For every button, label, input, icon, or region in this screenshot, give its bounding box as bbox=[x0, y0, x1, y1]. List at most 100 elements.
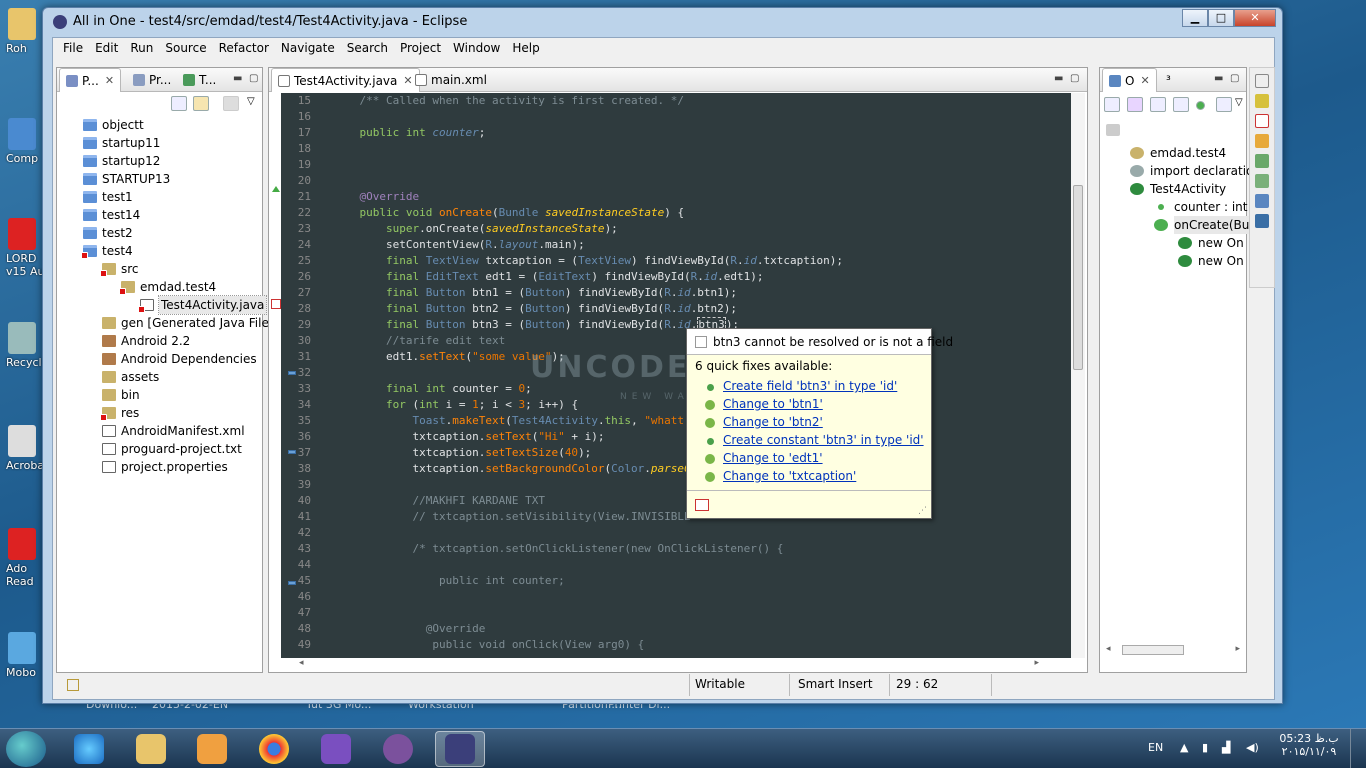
console-icon[interactable] bbox=[1255, 94, 1269, 108]
tree-item[interactable]: objectt bbox=[57, 116, 262, 134]
tree-item[interactable]: src bbox=[57, 260, 262, 278]
tab-main-xml[interactable]: main.xml bbox=[409, 68, 493, 92]
tab-outline[interactable]: O ✕ bbox=[1102, 68, 1157, 92]
desktop-icon[interactable]: Ado Read bbox=[0, 528, 42, 588]
battery-icon[interactable]: ▮ bbox=[1202, 741, 1208, 754]
configure-problem-icon[interactable] bbox=[695, 499, 709, 511]
tab-package-explorer[interactable]: P... ✕ bbox=[59, 68, 122, 92]
tree-item[interactable]: test4 bbox=[57, 242, 262, 260]
menu-window[interactable]: Window bbox=[447, 38, 506, 60]
minimize-button[interactable]: ▁ bbox=[1182, 9, 1208, 27]
taskbar-media-player[interactable] bbox=[187, 731, 237, 767]
show-hidden-icons-icon[interactable]: ▲ bbox=[1180, 741, 1188, 754]
outline-item[interactable]: onCreate(Bu bbox=[1100, 216, 1250, 234]
tree-item[interactable]: test1 bbox=[57, 188, 262, 206]
quick-fix-link[interactable]: Change to 'txtcaption' bbox=[723, 469, 856, 483]
overview-marker[interactable] bbox=[288, 371, 296, 375]
minimize-view-icon[interactable]: ▬ bbox=[233, 73, 242, 84]
close-button[interactable]: ✕ bbox=[1234, 9, 1276, 27]
progress-icon[interactable] bbox=[1255, 154, 1269, 168]
editor-vertical-scrollbar[interactable] bbox=[1071, 93, 1085, 658]
menu-navigate[interactable]: Navigate bbox=[275, 38, 341, 60]
outline-horizontal-scrollbar[interactable]: ◂ ▸ bbox=[1106, 644, 1240, 656]
fast-view-icon[interactable] bbox=[67, 679, 79, 691]
maximize-view-icon[interactable]: ▢ bbox=[249, 73, 258, 84]
menu-refactor[interactable]: Refactor bbox=[213, 38, 275, 60]
tree-item[interactable]: startup11 bbox=[57, 134, 262, 152]
scroll-right-icon[interactable]: ▸ bbox=[1034, 658, 1039, 668]
tree-item[interactable]: gen [Generated Java Files] bbox=[57, 314, 280, 332]
language-indicator[interactable]: EN bbox=[1148, 741, 1163, 754]
outline-item[interactable]: counter : int bbox=[1100, 198, 1248, 216]
restore-icon[interactable] bbox=[1255, 74, 1269, 88]
minimize-view-icon[interactable]: ▬ bbox=[1214, 73, 1223, 84]
chevron-down-icon[interactable]: ▽ bbox=[1235, 97, 1243, 108]
outline-item[interactable]: emdad.test4 bbox=[1100, 144, 1246, 162]
hide-local-types-icon[interactable] bbox=[1216, 97, 1232, 112]
start-button[interactable] bbox=[6, 731, 46, 767]
maximize-view-icon[interactable]: ▢ bbox=[1070, 73, 1079, 84]
desktop-icon[interactable]: Roh bbox=[0, 8, 42, 55]
hide-nonpublic-icon[interactable] bbox=[1196, 101, 1205, 110]
collapse-all-icon[interactable] bbox=[1104, 97, 1120, 112]
volume-icon[interactable]: ◀) bbox=[1246, 741, 1259, 754]
desktop-icon[interactable]: LORD v15 Au bbox=[0, 218, 42, 278]
menu-run[interactable]: Run bbox=[124, 38, 159, 60]
menu-file[interactable]: File bbox=[57, 38, 89, 60]
taskbar-explorer[interactable] bbox=[126, 731, 176, 767]
tab-type-hierarchy[interactable]: T... bbox=[177, 68, 222, 92]
outline-item[interactable]: import declaratio bbox=[1100, 162, 1253, 180]
tree-item[interactable]: test14 bbox=[57, 206, 262, 224]
outline-item[interactable]: Test4Activity bbox=[1100, 180, 1246, 198]
tree-item[interactable]: STARTUP13 bbox=[57, 170, 262, 188]
tab-test4activity[interactable]: Test4Activity.java ✕ bbox=[271, 68, 420, 92]
menu-help[interactable]: Help bbox=[506, 38, 545, 60]
menu-search[interactable]: Search bbox=[341, 38, 394, 60]
quick-fix-link[interactable]: Create field 'btn3' in type 'id' bbox=[723, 379, 897, 393]
sort-icon[interactable] bbox=[1127, 97, 1143, 112]
taskbar-viber[interactable] bbox=[373, 731, 423, 767]
tree-item[interactable]: AndroidManifest.xml bbox=[57, 422, 262, 440]
view-menu-icon[interactable] bbox=[223, 96, 239, 111]
scrollbar-thumb[interactable] bbox=[1073, 185, 1083, 370]
error-marker-icon[interactable] bbox=[271, 299, 281, 309]
overview-marker[interactable] bbox=[288, 581, 296, 585]
desktop-icon[interactable]: Recycl bbox=[0, 322, 42, 369]
quick-fix-link[interactable]: Change to 'edt1' bbox=[723, 451, 823, 465]
focus-icon[interactable] bbox=[1106, 124, 1120, 136]
menu-project[interactable]: Project bbox=[394, 38, 447, 60]
tree-item[interactable]: res bbox=[57, 404, 262, 422]
quick-fix-link[interactable]: Change to 'btn1' bbox=[723, 397, 823, 411]
outline-item[interactable]: new On bbox=[1100, 252, 1246, 270]
tab-project-explorer[interactable]: Pr... bbox=[127, 68, 177, 92]
overview-marker[interactable] bbox=[288, 450, 296, 454]
show-desktop-button[interactable] bbox=[1350, 729, 1364, 768]
taskbar-chrome[interactable] bbox=[249, 731, 299, 767]
menu-source[interactable]: Source bbox=[159, 38, 212, 60]
close-icon[interactable]: ✕ bbox=[1140, 74, 1149, 87]
maximize-button[interactable]: □ bbox=[1208, 9, 1234, 27]
tab-other-views[interactable]: ³ bbox=[1160, 68, 1177, 92]
scroll-left-icon[interactable]: ◂ bbox=[299, 658, 304, 668]
desktop-icon[interactable]: Comp bbox=[0, 118, 42, 165]
declaration-icon[interactable] bbox=[1255, 214, 1269, 228]
tree-item[interactable]: bin bbox=[57, 386, 262, 404]
desktop-icon[interactable]: Mobo bbox=[0, 632, 42, 679]
close-icon[interactable]: ✕ bbox=[105, 74, 114, 87]
desktop-icon[interactable]: Acroba bbox=[0, 425, 42, 472]
tree-item[interactable]: Android 2.2 bbox=[57, 332, 262, 350]
taskbar-visual-studio[interactable] bbox=[311, 731, 361, 767]
tree-item[interactable]: Test4Activity.java bbox=[57, 295, 268, 315]
chevron-down-icon[interactable]: ▽ bbox=[247, 96, 255, 107]
maximize-view-icon[interactable]: ▢ bbox=[1230, 73, 1239, 84]
tree-item[interactable]: test2 bbox=[57, 224, 262, 242]
tasks-icon[interactable] bbox=[1255, 134, 1269, 148]
problems-icon[interactable] bbox=[1255, 114, 1269, 128]
tree-item[interactable]: emdad.test4 bbox=[57, 278, 262, 296]
hide-fields-icon[interactable] bbox=[1150, 97, 1166, 112]
tree-item[interactable]: assets bbox=[57, 368, 262, 386]
minimize-view-icon[interactable]: ▬ bbox=[1054, 73, 1063, 84]
tree-item[interactable]: project.properties bbox=[57, 458, 262, 476]
outline-item[interactable]: new On bbox=[1100, 234, 1246, 252]
menu-edit[interactable]: Edit bbox=[89, 38, 124, 60]
